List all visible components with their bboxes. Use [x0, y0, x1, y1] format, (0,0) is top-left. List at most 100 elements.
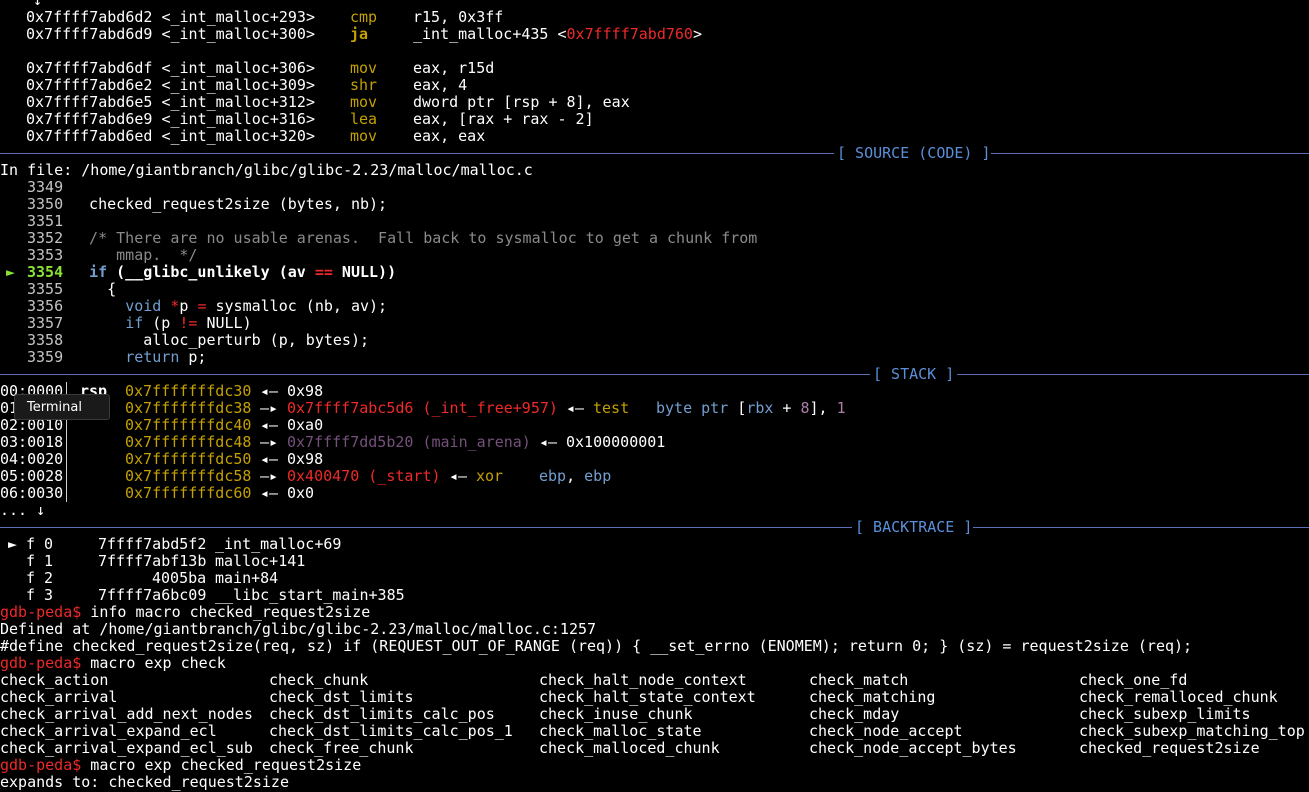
- stack-address: 0x7fffffffdc30: [125, 382, 252, 400]
- stack-index: 06:0030: [0, 484, 64, 502]
- backtrace-section-header: [ BACKTRACE ]: [0, 519, 1309, 536]
- gdb-prompt: gdb-peda$: [0, 654, 82, 672]
- source-line-code: mmap. */: [71, 246, 198, 264]
- source-line-number: 3354: [27, 263, 64, 281]
- backtrace-frame: f 0: [26, 535, 54, 553]
- source-section-header: [ SOURCE (CODE) ]: [0, 145, 1309, 162]
- disasm-op: mov: [350, 59, 378, 77]
- stack-instruction-args: ebp, ebp: [539, 467, 612, 485]
- source-line-code: if (p != NULL): [125, 314, 252, 332]
- completion-item: check_halt_node_context: [539, 671, 747, 689]
- console-command-line: gdb-peda$ info macro checked_request2siz…: [0, 604, 370, 621]
- completion-item: check_arrival_expand_ecl_sub: [0, 739, 253, 757]
- source-line-number: 3359: [27, 348, 64, 366]
- disasm-op: shr: [350, 76, 378, 94]
- completion-item: check_arrival_expand_ecl: [0, 722, 217, 740]
- stack-section-header: [ STACK ]: [0, 366, 1309, 383]
- completion-item: check_mday: [809, 705, 900, 723]
- stack-arrow: ◂—: [260, 416, 279, 434]
- console-command: info macro checked_request2size: [81, 603, 371, 621]
- source-line-number: 3352: [27, 229, 64, 247]
- completion-item: check_arrival_add_next_nodes: [0, 705, 253, 723]
- completion-item: check_inuse_chunk: [539, 705, 693, 723]
- stack-address: 0x7fffffffdc60: [125, 484, 252, 502]
- stack-index: 04:0020: [0, 450, 64, 468]
- disasm-op: mov: [350, 93, 378, 111]
- completion-item: check_subexp_matching_top: [1079, 722, 1305, 740]
- source-line-number: 3356: [27, 297, 64, 315]
- stack-arrow: ◂—: [566, 399, 585, 417]
- console-output: expands to: checked_request2size: [0, 773, 289, 791]
- disasm-row: 0x7ffff7abd6df <_int_malloc+306>: [26, 59, 315, 77]
- stack-value: 0xa0: [287, 416, 324, 434]
- stack-arrow: —▸: [260, 433, 279, 451]
- disasm-op: mov: [350, 127, 378, 145]
- completion-item: check_dst_limits: [269, 688, 414, 706]
- source-line-number: 3349: [27, 178, 64, 196]
- disasm-args: eax, r15d: [413, 59, 495, 77]
- gdb-prompt: gdb-peda$: [0, 603, 82, 621]
- stack-instruction: test: [593, 399, 630, 417]
- source-file-path: In file: /home/giantbranch/glibc/glibc-2…: [0, 161, 533, 179]
- stack-arrow: ◂—: [260, 450, 279, 468]
- disasm-args: eax, 4: [413, 76, 468, 94]
- stack-instruction-args: byte ptr [rbx + 8], 1: [656, 399, 846, 417]
- completion-item: checked_request2size: [1079, 739, 1260, 757]
- stack-arrow: ◂—: [539, 433, 558, 451]
- disasm-args: r15, 0x3ff: [413, 8, 504, 26]
- console-command: macro exp checked_request2size: [81, 756, 362, 774]
- stack-arrow: ◂—: [260, 484, 279, 502]
- completion-item: check_free_chunk: [269, 739, 414, 757]
- source-line-code: void *p = sysmalloc (nb, av);: [125, 297, 388, 315]
- backtrace-symbol: malloc+141: [215, 552, 306, 570]
- console-command: macro exp check: [81, 654, 226, 672]
- console-output: #define checked_request2size(req, sz) if…: [0, 637, 1193, 655]
- disasm-op: cmp: [350, 8, 378, 26]
- backtrace-address: 4005ba: [152, 569, 207, 587]
- console-command-line: gdb-peda$ macro exp checked_request2size: [0, 757, 361, 774]
- completion-item: check_malloced_chunk: [539, 739, 720, 757]
- completion-item: check_matching: [809, 688, 936, 706]
- disasm-args: eax, [rax + rax - 2]: [413, 110, 594, 128]
- completion-item: check_one_fd: [1079, 671, 1188, 689]
- stack-arrow: —▸: [260, 467, 279, 485]
- stack-value: 0x7ffff7dd5b20 (main_arena): [287, 433, 531, 451]
- stack-address: 0x7fffffffdc48: [125, 433, 252, 451]
- disasm-args: eax, eax: [413, 127, 486, 145]
- completion-item: check_malloc_state: [539, 722, 702, 740]
- source-line-code: {: [71, 280, 117, 298]
- backtrace-frame: f 1: [26, 552, 54, 570]
- disasm-row: 0x7ffff7abd6d9 <_int_malloc+300>: [26, 25, 315, 43]
- console-command-line: gdb-peda$ macro exp check: [0, 655, 226, 672]
- stack-index: 05:0028: [0, 467, 64, 485]
- stack-value: 0x7ffff7abc5d6 (_int_free+957): [287, 399, 558, 417]
- stack-instruction: xor: [476, 467, 504, 485]
- backtrace-address: 7ffff7a6bc09: [98, 586, 207, 604]
- backtrace-symbol: __libc_start_main+385: [215, 586, 405, 604]
- stack-value: 0x400470 (_start): [287, 467, 441, 485]
- disasm-row: 0x7ffff7abd6e9 <_int_malloc+316>: [26, 110, 315, 128]
- source-line-number: 3351: [27, 212, 64, 230]
- disasm-args: _int_malloc+435 <0x7ffff7abd760>: [413, 25, 702, 43]
- backtrace-address: 7ffff7abf13b: [98, 552, 207, 570]
- stack-more-indicator: ... ↓: [0, 501, 46, 519]
- stack-value: 0x0: [287, 484, 315, 502]
- disasm-args: dword ptr [rsp + 8], eax: [413, 93, 630, 111]
- completion-item: check_arrival: [0, 688, 118, 706]
- disasm-op: ja: [350, 25, 369, 43]
- disasm-row: 0x7ffff7abd6d2 <_int_malloc+293>: [26, 8, 315, 26]
- gdb-prompt: gdb-peda$: [0, 756, 82, 774]
- stack-arrow: ◂—: [449, 467, 468, 485]
- stack-arrow: —▸: [260, 399, 279, 417]
- source-line-number: 3355: [27, 280, 64, 298]
- completion-item: check_chunk: [269, 671, 369, 689]
- source-line-code: checked_request2size (bytes, nb);: [71, 195, 388, 213]
- completion-item: check_action: [0, 671, 109, 689]
- stack-address: 0x7fffffffdc40: [125, 416, 252, 434]
- terminal-tooltip: Terminal: [14, 394, 110, 420]
- backtrace-frame: f 3: [26, 586, 54, 604]
- disasm-row: 0x7ffff7abd6e2 <_int_malloc+309>: [26, 76, 315, 94]
- stack-address: 0x7fffffffdc58: [125, 467, 252, 485]
- backtrace-symbol: main+84: [215, 569, 279, 587]
- source-line-code: /* There are no usable arenas. Fall back…: [71, 229, 758, 247]
